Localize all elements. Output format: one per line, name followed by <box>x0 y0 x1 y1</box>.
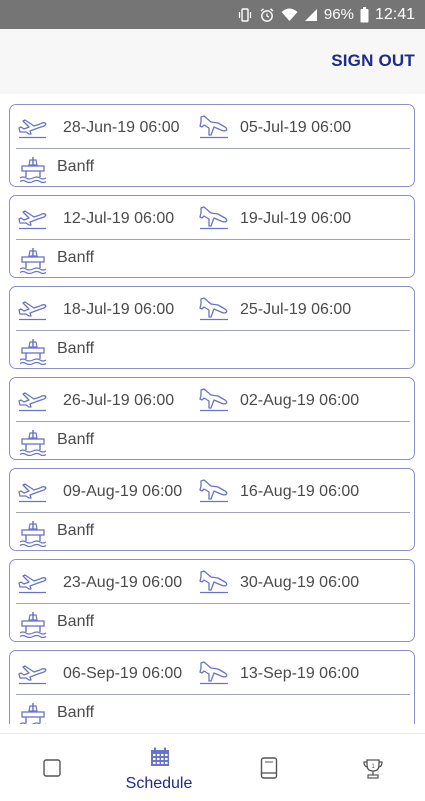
vibrate-icon <box>237 7 253 23</box>
schedule-card[interactable]: 09-Aug-19 06:00 16-Aug-19 06:00 Banff <box>9 468 415 551</box>
location-name: Banff <box>57 340 95 357</box>
departure-plane-icon <box>18 210 47 230</box>
nav-item-book[interactable] <box>212 734 318 801</box>
schedule-card[interactable]: 12-Jul-19 06:00 19-Jul-19 06:00 Banff <box>9 195 415 278</box>
nav-item-schedule[interactable]: Schedule <box>106 734 212 801</box>
flight-row: 23-Aug-19 06:00 30-Aug-19 06:00 <box>10 560 414 603</box>
arrival-plane-icon <box>199 570 228 594</box>
flight-row: 28-Jun-19 06:00 05-Jul-19 06:00 <box>10 105 414 148</box>
location-row: Banff <box>10 513 414 551</box>
oil-rig-icon <box>19 521 47 547</box>
departure-datetime: 09-Aug-19 06:00 <box>63 483 183 500</box>
departure-plane-icon <box>18 483 47 503</box>
wifi-icon <box>281 7 298 23</box>
calendar-icon <box>151 747 169 766</box>
departure-datetime: 26-Jul-19 06:00 <box>63 392 175 409</box>
oil-rig-icon <box>19 430 47 456</box>
departure-datetime: 28-Jun-19 06:00 <box>63 119 180 136</box>
trophy-icon: 1 <box>363 759 383 779</box>
arrival-plane-icon <box>199 206 228 230</box>
location-row: Banff <box>10 604 414 642</box>
bottom-navigation: Schedule 1 <box>0 733 425 801</box>
flight-row: 12-Jul-19 06:00 19-Jul-19 06:00 <box>10 196 414 239</box>
location-row: Banff <box>10 695 414 724</box>
schedule-card[interactable]: 26-Jul-19 06:00 02-Aug-19 06:00 Banff <box>9 377 415 460</box>
return-datetime: 02-Aug-19 06:00 <box>240 392 360 409</box>
departure-plane-icon <box>18 665 47 685</box>
nav-label-schedule: Schedule <box>125 775 193 792</box>
schedule-card[interactable]: 28-Jun-19 06:00 05-Jul-19 06:00 Banff <box>9 104 415 187</box>
departure-datetime: 18-Jul-19 06:00 <box>63 301 175 318</box>
departure-datetime: 06-Sep-19 06:00 <box>63 665 183 682</box>
arrival-plane-icon <box>199 388 228 412</box>
oil-rig-icon <box>19 339 47 365</box>
flight-row: 06-Sep-19 06:00 13-Sep-19 06:00 <box>10 651 414 694</box>
nav-item-checklist[interactable] <box>0 734 106 801</box>
arrival-plane-icon <box>199 115 228 139</box>
location-row: Banff <box>10 149 414 187</box>
trophy-rank: 1 <box>371 764 375 770</box>
clock-time: 12:41 <box>374 5 415 23</box>
schedule-card[interactable]: 06-Sep-19 06:00 13-Sep-19 06:00 Banff <box>9 650 415 724</box>
oil-rig-icon <box>19 612 47 638</box>
location-name: Banff <box>57 158 95 175</box>
location-name: Banff <box>57 522 95 539</box>
arrival-plane-icon <box>199 479 228 503</box>
return-datetime: 13-Sep-19 06:00 <box>240 665 360 682</box>
return-datetime: 25-Jul-19 06:00 <box>240 301 352 318</box>
flight-row: 09-Aug-19 06:00 16-Aug-19 06:00 <box>10 469 414 512</box>
departure-plane-icon <box>18 392 47 412</box>
nav-item-trophy[interactable]: 1 <box>318 734 425 801</box>
return-datetime: 19-Jul-19 06:00 <box>240 210 352 227</box>
return-datetime: 05-Jul-19 06:00 <box>240 119 352 136</box>
schedule-list[interactable]: 28-Jun-19 06:00 05-Jul-19 06:00 Banff 12-Ju… <box>0 94 425 724</box>
arrival-plane-icon <box>199 297 228 321</box>
flight-row: 18-Jul-19 06:00 25-Jul-19 06:00 <box>10 287 414 330</box>
location-name: Banff <box>57 249 95 266</box>
return-datetime: 30-Aug-19 06:00 <box>240 574 360 591</box>
departure-plane-icon <box>18 574 47 594</box>
checkbox-icon <box>43 759 61 777</box>
location-row: Banff <box>10 422 414 460</box>
location-row: Banff <box>10 240 414 278</box>
return-datetime: 16-Aug-19 06:00 <box>240 483 360 500</box>
status-bar: 96% 12:41 <box>0 0 425 29</box>
oil-rig-icon <box>19 248 47 274</box>
location-name: Banff <box>57 613 95 630</box>
flight-row: 26-Jul-19 06:00 02-Aug-19 06:00 <box>10 378 414 421</box>
book-icon <box>260 757 278 779</box>
departure-datetime: 23-Aug-19 06:00 <box>63 574 183 591</box>
schedule-card[interactable]: 18-Jul-19 06:00 25-Jul-19 06:00 Banff <box>9 286 415 369</box>
oil-rig-icon <box>19 157 47 183</box>
location-name: Banff <box>57 704 95 721</box>
departure-plane-icon <box>18 301 47 321</box>
signal-icon <box>304 8 318 22</box>
schedule-card[interactable]: 23-Aug-19 06:00 30-Aug-19 06:00 Banff <box>9 559 415 642</box>
arrival-plane-icon <box>199 661 228 685</box>
location-name: Banff <box>57 431 95 448</box>
departure-plane-icon <box>18 119 47 139</box>
alarm-icon <box>259 7 275 23</box>
departure-datetime: 12-Jul-19 06:00 <box>63 210 175 227</box>
oil-rig-icon <box>19 703 46 724</box>
location-row: Banff <box>10 331 414 369</box>
app-header: SIGN OUT <box>0 29 425 94</box>
battery-icon <box>360 6 369 23</box>
sign-out-button[interactable]: SIGN OUT <box>331 51 415 71</box>
battery-percent: 96% <box>323 6 354 23</box>
